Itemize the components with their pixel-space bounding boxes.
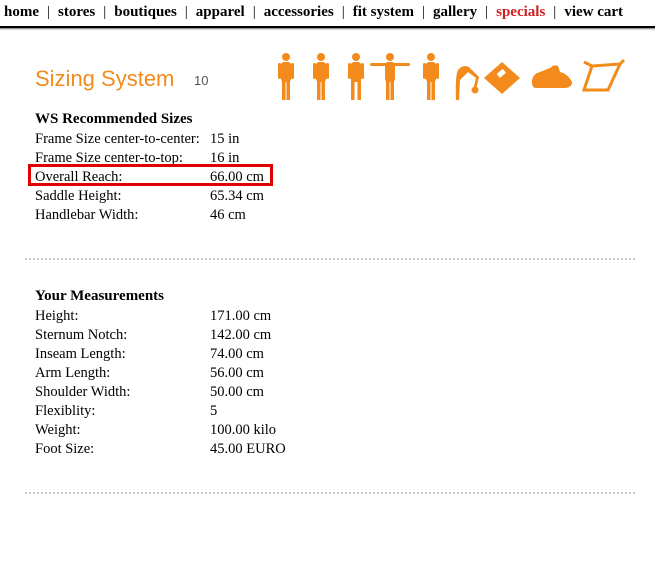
recommended-value: 15 in — [210, 131, 240, 147]
measurement-value: 142.00 cm — [210, 327, 272, 343]
measurement-value: 5 — [210, 403, 218, 419]
nav-separator: | — [341, 4, 345, 20]
measurement-label: Sternum Notch: — [35, 327, 128, 343]
measurement-value: 100.00 kilo — [210, 422, 277, 438]
measurement-value: 45.00 EURO — [210, 441, 286, 457]
standing-figure-icon[interactable] — [423, 53, 439, 100]
nav-separator: | — [103, 4, 107, 20]
nav-separator: | — [184, 4, 188, 20]
measurement-value: 56.00 cm — [210, 365, 264, 381]
measurement-label: Height: — [35, 308, 79, 324]
measurement-label: Foot Size: — [35, 441, 95, 457]
nav-stores-link[interactable]: stores — [58, 4, 95, 20]
measurement-label: Inseam Length: — [35, 346, 126, 362]
step-number: 10 — [194, 73, 209, 88]
measurement-label: Flexiblity: — [35, 403, 96, 419]
bending-figure-icon[interactable] — [455, 66, 479, 100]
nav-gallery-link[interactable]: gallery — [433, 4, 477, 20]
nav-separator: | — [553, 4, 557, 20]
measurement-label: Shoulder Width: — [35, 384, 131, 400]
measurement-label: Arm Length: — [35, 365, 111, 381]
recommended-value: 46 cm — [210, 207, 246, 223]
nav-accessories-link[interactable]: accessories — [264, 4, 334, 20]
recommended-label: Handlebar Width: — [35, 207, 139, 223]
nav-underline-shadow-light — [0, 29, 655, 30]
page-title: Sizing System — [35, 66, 175, 91]
recommended-label: Frame Size center-to-center: — [35, 131, 200, 147]
measurement-value: 171.00 cm — [210, 308, 272, 324]
measurements-heading: Your Measurements — [35, 288, 165, 304]
arms-out-figure-icon[interactable] — [370, 53, 410, 100]
nav-bar: home | stores | boutiques | apparel | accessorie… — [4, 4, 623, 21]
shoe-icon[interactable] — [532, 65, 572, 88]
recommended-sizes-heading: WS Recommended Sizes — [35, 111, 193, 127]
measurement-value: 74.00 cm — [210, 346, 264, 362]
overall-reach-highlight — [28, 164, 273, 186]
nav-home-link[interactable]: home — [4, 4, 39, 20]
nav-specials-link[interactable]: specials — [496, 4, 545, 20]
nav-separator: | — [252, 4, 256, 20]
section-divider — [25, 258, 635, 260]
measurement-value: 50.00 cm — [210, 384, 264, 400]
bike-frame-icon[interactable] — [581, 58, 626, 92]
scale-icon[interactable] — [484, 62, 520, 94]
standing-figure-icon[interactable] — [278, 53, 294, 100]
nav-view-cart-link[interactable]: view cart — [564, 4, 623, 20]
nav-fit-system-link[interactable]: fit system — [353, 4, 414, 20]
recommended-value: 65.34 cm — [210, 188, 264, 204]
recommended-label: Saddle Height: — [35, 188, 122, 204]
nav-separator: | — [421, 4, 425, 20]
measurement-label: Weight: — [35, 422, 81, 438]
nav-separator: | — [485, 4, 489, 20]
nav-apparel-link[interactable]: apparel — [196, 4, 245, 20]
standing-figure-icon[interactable] — [313, 53, 329, 100]
standing-figure-icon[interactable] — [348, 53, 364, 100]
sizing-steps-icons — [278, 53, 626, 100]
section-divider — [25, 492, 635, 494]
nav-boutiques-link[interactable]: boutiques — [114, 4, 177, 20]
nav-separator: | — [47, 4, 51, 20]
top-navigation: home | stores | boutiques | apparel | accessorie… — [0, 0, 655, 28]
